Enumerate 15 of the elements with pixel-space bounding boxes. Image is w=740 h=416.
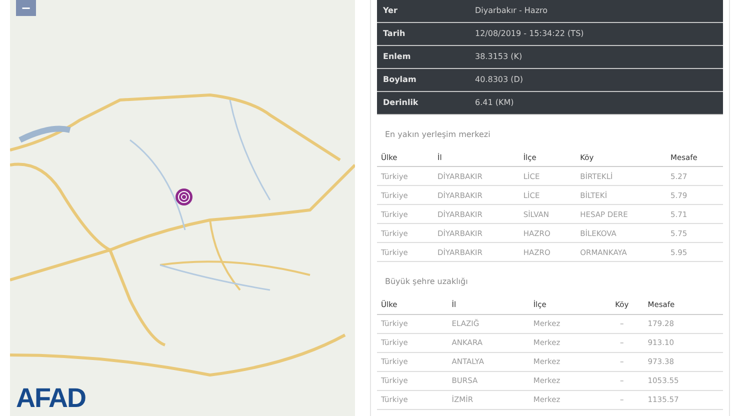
field-value: 12/08/2019 - 15:34:22 (TS) (475, 28, 584, 40)
logo: AFAD (16, 385, 86, 412)
field-label: Boylam (382, 74, 418, 86)
earthquake-marker-icon (175, 188, 193, 206)
field-label: Yer (382, 5, 398, 17)
field-label: Tarih (382, 28, 406, 40)
section-title: En yakın yerleşim merkezi (384, 129, 492, 141)
field-label: Derinlik (382, 97, 420, 109)
map-view[interactable]: − AFAD (10, 0, 355, 416)
field-value: 40.8303 (D) (475, 74, 524, 86)
field-value: Diyarbakır - Hazro (475, 5, 548, 17)
section-title: Büyük şehre uzaklığı (384, 276, 469, 288)
field-label: Enlem (382, 51, 412, 63)
field-value: 38.3153 (K) (475, 51, 522, 63)
field-value: 6.41 (KM) (475, 97, 514, 109)
